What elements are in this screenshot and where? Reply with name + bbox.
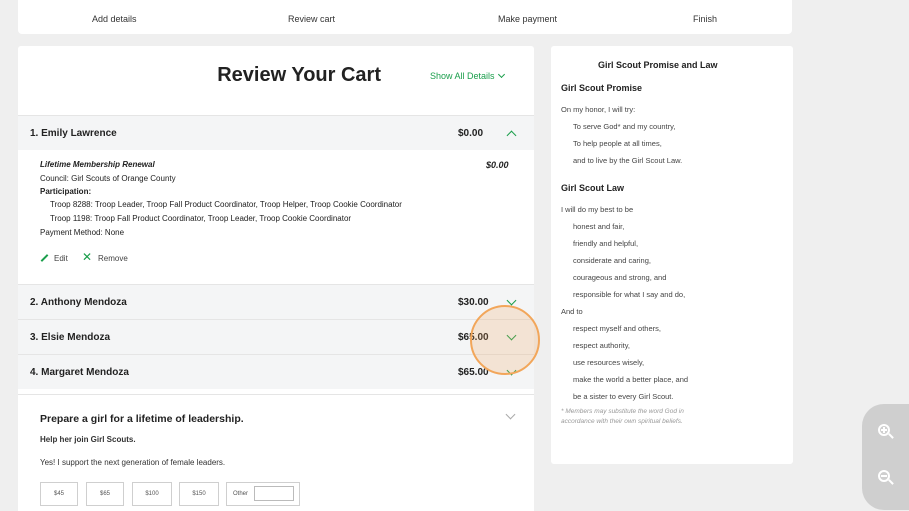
promise-line: and to live by the Girl Scout Law.	[573, 156, 683, 165]
member-amount: $30.00	[458, 297, 489, 308]
remove-button[interactable]: Remove	[98, 254, 128, 263]
step-make-payment: Make payment	[498, 14, 558, 24]
page-title: Review Your Cart	[217, 64, 381, 86]
amount-button-150[interactable]: $150	[179, 482, 219, 506]
council-text: Council: Girl Scouts of Orange County	[40, 174, 176, 183]
close-icon[interactable]: ✕	[82, 251, 92, 263]
checkout-steps: Add details Review cart Make payment Fin…	[18, 0, 792, 34]
show-all-label: Show All Details	[430, 71, 495, 81]
zoom-in-icon[interactable]	[878, 424, 894, 440]
edit-button[interactable]: Edit	[54, 254, 68, 263]
donation-text: Yes! I support the next generation of fe…	[40, 458, 226, 467]
member-name: 3. Elsie Mendoza	[30, 332, 111, 343]
promise-line: On my honor, I will try:	[561, 105, 636, 114]
member-amount: $0.00	[458, 128, 484, 139]
law-line: be a sister to every Girl Scout.	[573, 392, 674, 401]
member-row-emily[interactable]: 1. Emily Lawrence $0.00	[18, 115, 534, 150]
member-name: 1. Emily Lawrence	[30, 128, 117, 139]
law-line: considerate and caring,	[573, 256, 651, 265]
click-highlight	[470, 305, 540, 375]
step-finish: Finish	[693, 14, 718, 24]
law-line: respect myself and others,	[573, 324, 661, 333]
law-line: responsible for what I say and do,	[573, 290, 686, 299]
show-all-details-link[interactable]: Show All Details	[430, 70, 505, 81]
promise-panel: Girl Scout Promise and Law Girl Scout Pr…	[551, 46, 793, 464]
donation-section: Prepare a girl for a lifetime of leaders…	[18, 394, 534, 511]
law-line: courageous and strong, and	[573, 273, 667, 282]
promise-panel-title: Girl Scout Promise and Law	[598, 60, 718, 70]
item-name: Lifetime Membership Renewal	[40, 160, 155, 169]
step-review-cart: Review cart	[288, 14, 336, 24]
chevron-down-icon[interactable]	[505, 409, 516, 420]
member-row-anthony[interactable]: 2. Anthony Mendoza $30.00	[18, 284, 534, 319]
footnote-line: accordance with their own spiritual beli…	[561, 418, 683, 425]
law-line: use resources wisely,	[573, 358, 645, 367]
member-name: 4. Margaret Mendoza	[30, 367, 129, 378]
law-line: make the world a better place, and	[573, 375, 689, 384]
other-amount-input[interactable]	[254, 486, 294, 501]
member-row-margaret[interactable]: 4. Margaret Mendoza $65.00	[18, 354, 534, 389]
law-line: honest and fair,	[573, 222, 625, 231]
payment-method: Payment Method: None	[40, 228, 125, 237]
law-line: friendly and helpful,	[573, 239, 639, 248]
zoom-out-icon[interactable]	[878, 470, 894, 486]
promise-line: To serve God* and my country,	[573, 122, 676, 131]
member-details: Lifetime Membership Renewal $0.00 Counci…	[18, 150, 534, 284]
troop-line: Troop 1198: Troop Fall Product Coordinat…	[50, 214, 352, 223]
amount-button-65[interactable]: $65	[86, 482, 124, 506]
item-amount: $0.00	[486, 160, 509, 170]
law-line: And to	[561, 307, 583, 316]
law-line: respect authority,	[573, 341, 630, 350]
promise-line: To help people at all times,	[573, 139, 662, 148]
amount-button-45[interactable]: $45	[40, 482, 78, 506]
troop-line: Troop 8288: Troop Leader, Troop Fall Pro…	[50, 200, 402, 209]
donation-heading: Prepare a girl for a lifetime of leaders…	[40, 413, 244, 425]
amount-button-100[interactable]: $100	[132, 482, 172, 506]
zoom-controls	[862, 404, 909, 510]
chevron-down-icon[interactable]	[506, 295, 517, 306]
promise-heading: Girl Scout Promise	[561, 83, 643, 93]
participation-label: Participation:	[40, 187, 92, 196]
cart-panel: Review Your Cart Show All Details 1. Emi…	[18, 46, 534, 511]
law-heading: Girl Scout Law	[561, 183, 625, 193]
member-name: 2. Anthony Mendoza	[30, 297, 127, 308]
chevron-up-icon[interactable]	[506, 130, 517, 141]
other-label: Other	[233, 491, 249, 497]
member-row-elsie[interactable]: 3. Elsie Mendoza $65.00	[18, 319, 534, 354]
step-add-details: Add details	[92, 14, 137, 24]
footnote-line: * Members may substitute the word God in	[561, 408, 684, 415]
chevron-down-icon	[497, 70, 505, 79]
donation-subheading: Help her join Girl Scouts.	[40, 435, 136, 444]
law-line: I will do my best to be	[561, 205, 634, 214]
